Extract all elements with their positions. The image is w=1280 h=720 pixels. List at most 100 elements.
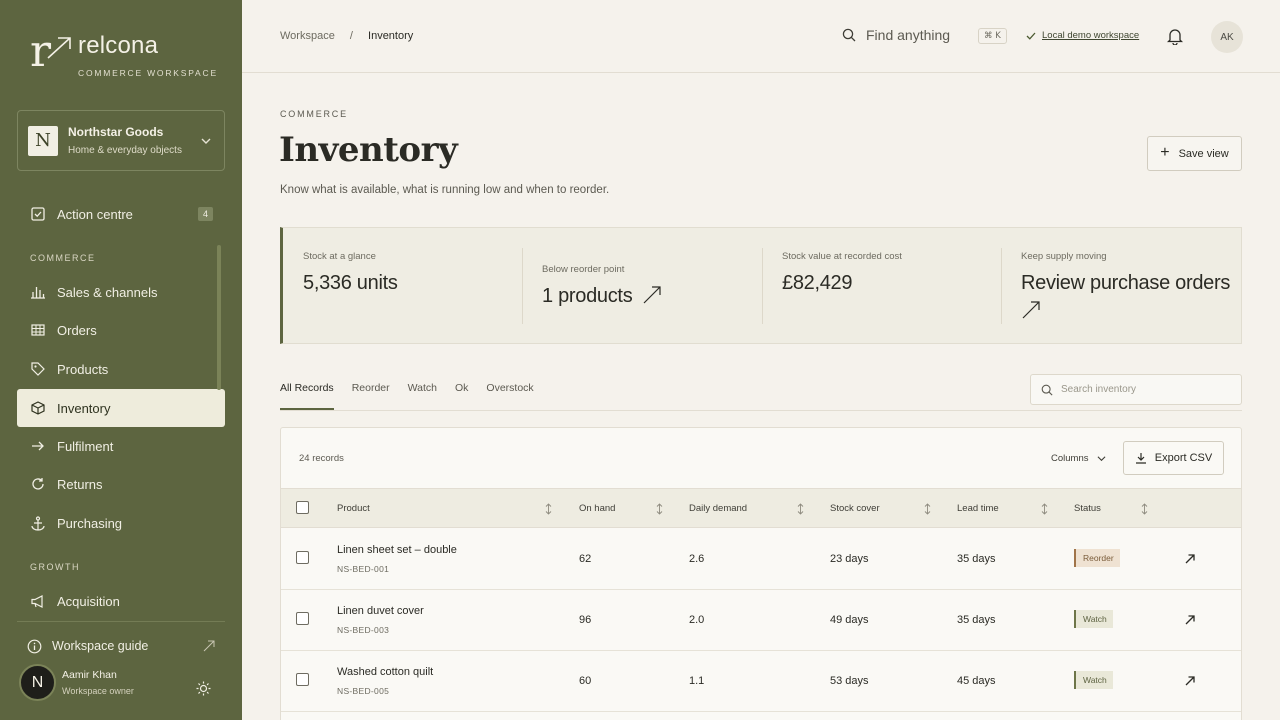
stock-cover-value: 49 days: [830, 614, 869, 626]
nav-returns[interactable]: Returns: [17, 465, 225, 503]
tab-reorder[interactable]: Reorder: [352, 382, 390, 410]
nav-orders[interactable]: Orders: [17, 311, 225, 349]
status-tabs: All Records Reorder Watch Ok Overstock: [280, 382, 552, 410]
open-arrow-icon[interactable]: [1185, 676, 1195, 686]
stat-purchase-orders[interactable]: Keep supply moving Review purchase order…: [1001, 228, 1242, 345]
column-header-daily-demand[interactable]: Daily demand: [689, 503, 747, 514]
sidebar: r relcona COMMERCE WORKSPACE N Northstar…: [0, 0, 242, 720]
nav-label: Orders: [57, 322, 97, 338]
stat-value: Review purchase orders: [1021, 272, 1231, 294]
nav-label: Sales & channels: [57, 284, 158, 300]
stat-below-reorder[interactable]: Below reorder point 1 products: [522, 228, 762, 345]
column-header-status[interactable]: Status: [1074, 503, 1101, 514]
brand-tagline: COMMERCE WORKSPACE: [78, 68, 218, 78]
workspace-status[interactable]: Local demo workspace: [1026, 30, 1139, 41]
columns-dropdown[interactable]: Columns: [1051, 453, 1106, 464]
nav-inventory[interactable]: Inventory: [17, 389, 225, 427]
sidebar-scrollbar[interactable]: [217, 245, 221, 390]
stat-label: Below reorder point: [542, 264, 625, 275]
on-hand-value: 62: [579, 553, 592, 565]
stat-label: Stock at a glance: [303, 251, 376, 262]
row-checkbox[interactable]: [296, 612, 309, 625]
tab-all-records[interactable]: All Records: [280, 382, 334, 410]
workspace-guide-link[interactable]: Workspace guide: [17, 632, 225, 660]
open-arrow-icon[interactable]: [1185, 554, 1195, 564]
arrow-right-icon: [30, 438, 46, 454]
open-arrow-icon[interactable]: [1185, 615, 1195, 625]
sun-icon[interactable]: [196, 681, 211, 696]
sort-icon[interactable]: [1141, 503, 1148, 515]
nav-action-centre-label: Action centre: [57, 206, 133, 222]
tag-icon: [30, 361, 46, 377]
nav-label: Inventory: [57, 400, 111, 416]
status-badge: Watch: [1074, 610, 1113, 628]
nav-label: Products: [57, 361, 109, 377]
product-name[interactable]: Washed cotton quilt: [337, 666, 433, 678]
table-row[interactable]: Linen sheet set – double NS-BED-001 62 2…: [281, 529, 1241, 590]
column-header-stock-cover[interactable]: Stock cover: [830, 503, 880, 514]
org-avatar: N: [28, 125, 58, 156]
export-csv-button[interactable]: Export CSV: [1123, 441, 1224, 475]
lead-time-value: 35 days: [957, 553, 996, 565]
column-header-product[interactable]: Product: [337, 503, 370, 514]
sort-icon[interactable]: [924, 503, 931, 515]
nav-action-centre[interactable]: Action centre 4: [17, 195, 225, 233]
action-count-badge: 4: [197, 207, 213, 221]
workspace-guide-label: Workspace guide: [52, 639, 149, 653]
section-label-commerce: COMMERCE: [30, 253, 96, 263]
select-all-checkbox[interactable]: [296, 501, 309, 514]
product-name[interactable]: Linen duvet cover: [337, 605, 424, 617]
nav-label: Returns: [57, 476, 103, 492]
sort-icon[interactable]: [656, 503, 663, 515]
bell-icon[interactable]: [1167, 28, 1183, 45]
daily-demand-value: 2.0: [689, 614, 705, 626]
user-profile[interactable]: N Aamir Khan Workspace owner: [19, 664, 134, 701]
nav-acquisition[interactable]: Acquisition: [17, 582, 225, 620]
product-name[interactable]: Linen sheet set – double: [337, 544, 457, 556]
search-input[interactable]: [1061, 384, 1221, 395]
global-search[interactable]: Find anything: [842, 27, 950, 43]
nav-sales-channels[interactable]: Sales & channels: [17, 273, 225, 311]
plus-icon: +: [1160, 143, 1170, 161]
tab-ok[interactable]: Ok: [455, 382, 468, 410]
tab-overstock[interactable]: Overstock: [486, 382, 533, 410]
row-checkbox[interactable]: [296, 673, 309, 686]
breadcrumb-workspace[interactable]: Workspace: [280, 30, 335, 42]
stats-panel: Stock at a glance 5,336 units Below reor…: [280, 227, 1242, 344]
sort-icon[interactable]: [797, 503, 804, 515]
status-badge: Reorder: [1074, 549, 1120, 567]
breadcrumb-current: Inventory: [368, 30, 414, 42]
column-header-on-hand[interactable]: On hand: [579, 503, 615, 514]
arrow-up-right-icon: [1022, 301, 1040, 319]
table-row[interactable]: Linen duvet cover NS-BED-003 96 2.0 49 d…: [281, 590, 1241, 651]
breadcrumb-separator: /: [349, 30, 353, 42]
nav-fulfilment[interactable]: Fulfilment: [17, 427, 225, 465]
nav-purchasing[interactable]: Purchasing: [17, 504, 225, 542]
download-icon: [1135, 453, 1146, 464]
row-checkbox[interactable]: [296, 551, 309, 564]
user-name: Aamir Khan: [62, 669, 117, 681]
inventory-search[interactable]: [1030, 374, 1242, 405]
stat-stock: Stock at a glance 5,336 units: [283, 228, 522, 345]
shortcut-hint: ⌘ K: [978, 28, 1007, 44]
chevron-down-icon: [201, 138, 211, 144]
stat-stock-value: Stock value at recorded cost £82,429: [762, 228, 1002, 345]
sort-icon[interactable]: [545, 503, 552, 515]
section-label-growth: GROWTH: [30, 562, 80, 572]
table-row[interactable]: Washed cotton quilt NS-BED-005 60 1.1 53…: [281, 651, 1241, 712]
brand-name: relcona: [78, 32, 159, 59]
sort-icon[interactable]: [1041, 503, 1048, 515]
chevron-down-icon: [1097, 456, 1105, 462]
nav-products[interactable]: Products: [17, 350, 225, 388]
search-icon: [842, 28, 856, 42]
nav-label: Fulfilment: [57, 438, 114, 454]
tab-watch[interactable]: Watch: [408, 382, 437, 410]
user-avatar-topbar[interactable]: AK: [1211, 21, 1243, 53]
daily-demand-value: 2.6: [689, 553, 705, 565]
column-header-lead-time[interactable]: Lead time: [957, 503, 999, 514]
brand-logo[interactable]: r relcona COMMERCE WORKSPACE: [30, 30, 218, 79]
breadcrumb: Workspace / Inventory: [280, 30, 413, 42]
org-switcher[interactable]: N Northstar Goods Home & everyday object…: [17, 110, 225, 171]
save-view-button[interactable]: + Save view: [1147, 136, 1242, 171]
export-csv-label: Export CSV: [1154, 452, 1213, 464]
